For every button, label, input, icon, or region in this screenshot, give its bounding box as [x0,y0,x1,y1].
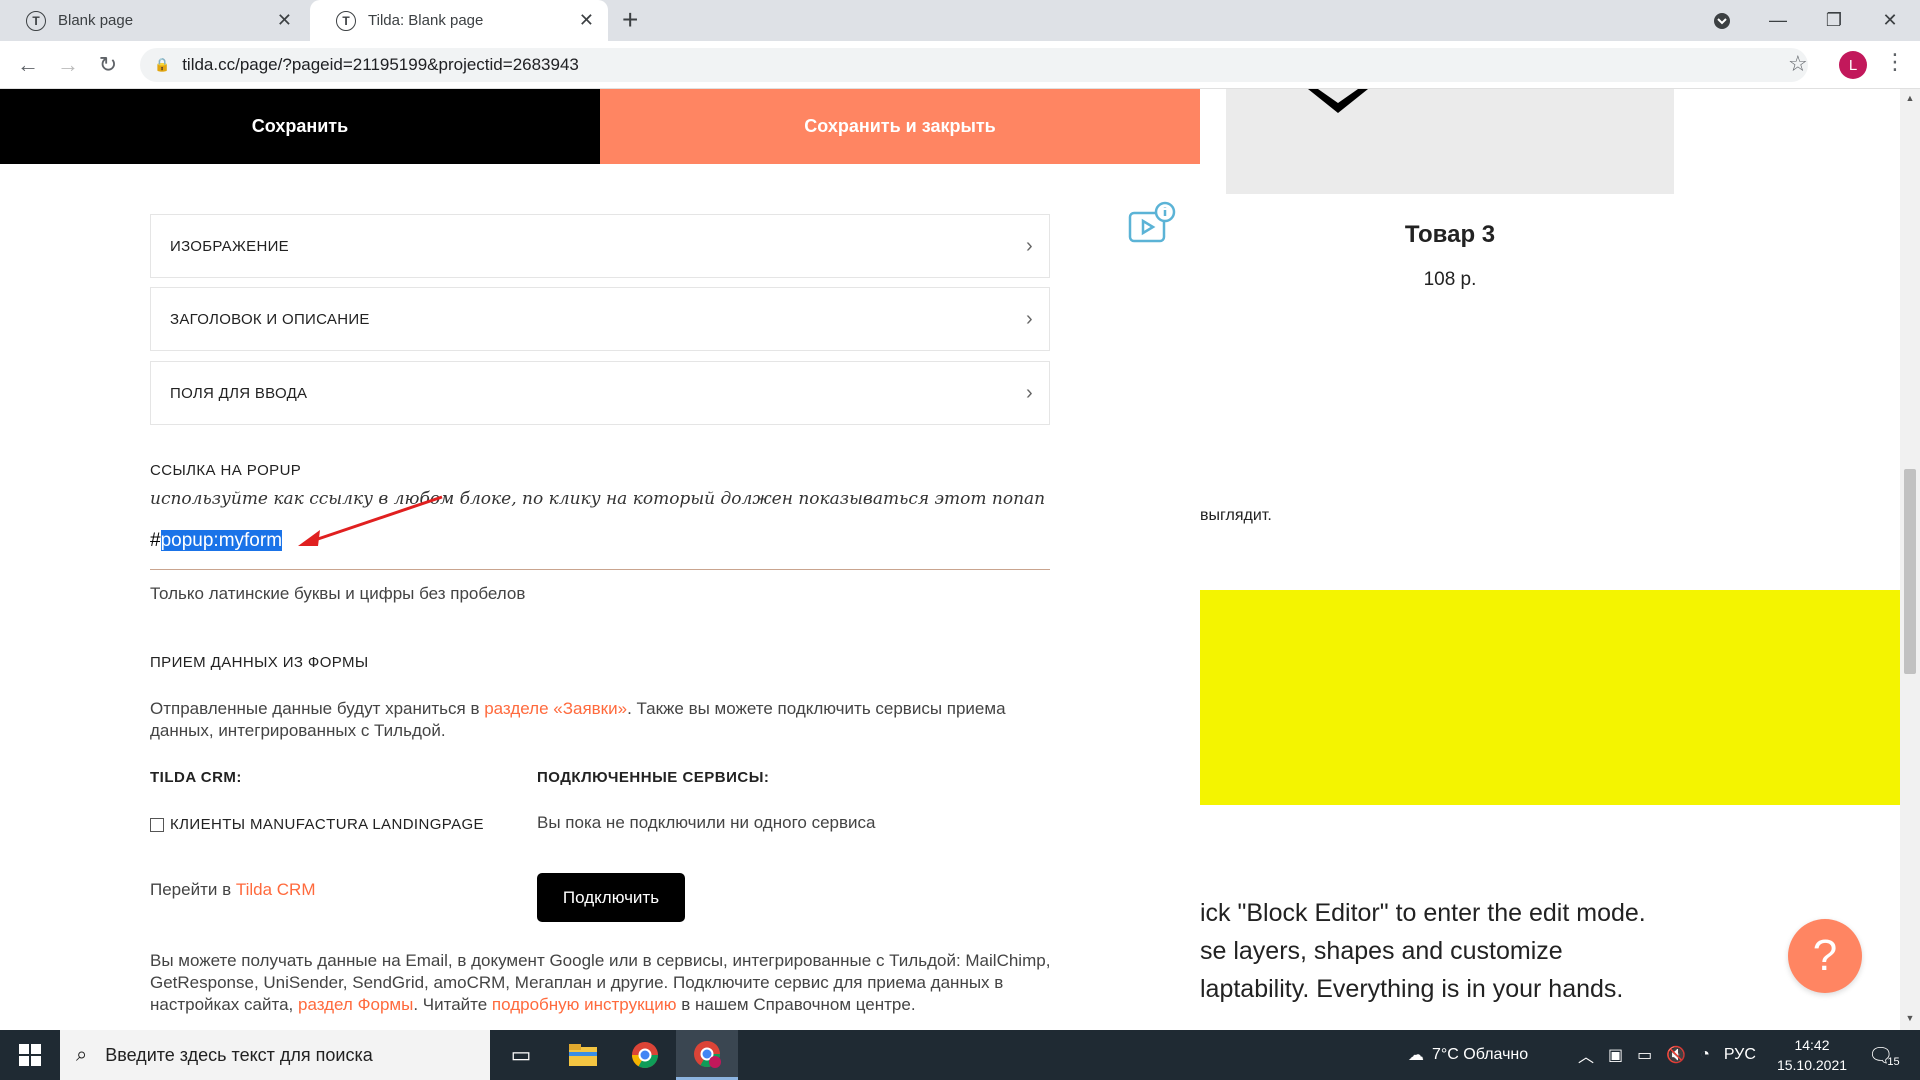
weather-text: 7°C Облачно [1432,1046,1529,1063]
task-view-icon[interactable]: ▭ [490,1030,552,1080]
block-settings-panel: Сохранить Сохранить и закрыть ИЗОБРАЖЕНИ… [0,89,1200,1030]
windows-taskbar: ⌕ Введите здесь текст для поиска ▭ ☁ 7°C… [0,1030,1920,1080]
search-icon: ⌕ [76,1043,88,1066]
form-data-description: Отправленные данные будут храниться в ра… [150,699,1006,740]
taskbar-clock[interactable]: 14:42 15.10.2021 [1762,1035,1862,1075]
minimize-icon[interactable]: — [1750,0,1806,41]
address-bar[interactable]: 🔒 tilda.cc/page/?pageid=21195199&project… [140,48,1808,82]
services-empty-text: Вы пока не подключили ни одного сервиса [537,813,876,832]
preview-text-line: laptability. Everything is in your hands… [1200,975,1624,1003]
product-title: Товар 3 [1404,221,1496,248]
form-data-bottom-text: Вы можете получать данные на Email, в до… [150,951,1051,1014]
page-scrollbar[interactable]: ▲ ▼ [1900,89,1920,1030]
save-bar: Сохранить Сохранить и закрыть [0,89,1200,164]
yellow-block [1200,590,1900,805]
tab-tilda-blank-page[interactable]: T Tilda: Blank page ✕ [310,0,608,41]
preview-text-line: ick "Block Editor" to enter the edit mod… [1200,899,1646,927]
section-image[interactable]: ИЗОБРАЖЕНИЕ › [150,214,1050,278]
section-label: ИЗОБРАЖЕНИЕ [170,237,289,255]
wifi-icon[interactable]: ◔ [1700,1046,1710,1064]
tilda-crm-link[interactable]: Tilda CRM [236,880,316,899]
close-icon[interactable]: ✕ [277,10,292,31]
profile-avatar[interactable]: L [1839,51,1867,79]
connect-button[interactable]: Подключить [537,873,685,922]
video-help-icon[interactable] [1128,201,1176,250]
product-image [1226,89,1674,194]
tilda-favicon-icon: T [336,10,356,31]
volume-muted-icon[interactable]: 🔇 [1666,1045,1686,1065]
form-data-title: ПРИЕМ ДАННЫХ ИЗ ФОРМЫ [150,654,369,671]
popup-prefix: # [150,530,161,551]
page-preview: Товар 3 108 р. выглядит. ick "Block Edit… [1200,89,1900,1030]
reload-icon[interactable]: ↻ [92,49,124,81]
section-input-fields[interactable]: ПОЛЯ ДЛЯ ВВОДА › [150,361,1050,425]
tilda-favicon-icon: T [26,10,46,31]
product-price: 108 р. [1423,269,1477,290]
popup-link-value: popup:myform [160,530,283,551]
new-tab-icon[interactable]: + [622,6,638,34]
network-icon[interactable]: ▣ [1608,1045,1623,1065]
windows-start-icon[interactable] [0,1030,60,1080]
red-arrow-annotation [298,495,443,546]
tab-title: Blank page [58,12,134,29]
tab-title: Tilda: Blank page [368,12,484,29]
chrome-profile-icon[interactable] [676,1030,738,1080]
weather-widget[interactable]: ☁ 7°C Облачно [1408,1030,1528,1080]
file-explorer-icon[interactable] [552,1030,614,1080]
search-placeholder: Введите здесь текст для поиска [105,1044,373,1065]
forward-arrow-icon[interactable]: → [52,49,84,81]
forms-section-link[interactable]: раздел Формы [298,995,413,1014]
back-arrow-icon[interactable]: ← [12,49,44,81]
chevron-up-icon[interactable]: ︿ [1578,1043,1594,1067]
preview-partial-text: выглядит. [1200,507,1272,524]
popup-link-input[interactable]: #popup:myform [150,530,1050,570]
chevron-right-icon: › [1026,381,1033,404]
clock-date: 15.10.2021 [1776,1057,1848,1073]
bookmark-star-icon[interactable]: ☆ [1788,51,1808,77]
preview-text-line: se layers, shapes and customize [1200,937,1563,965]
close-icon[interactable]: ✕ [579,10,594,31]
taskbar-search-input[interactable]: ⌕ Введите здесь текст для поиска [60,1030,490,1080]
browser-toolbar: ← → ↻ 🔒 tilda.cc/page/?pageid=21195199&p… [0,41,1920,89]
tab-search-icon[interactable] [1694,0,1750,41]
cloud-icon: ☁ [1408,1047,1424,1064]
scrollbar-thumb[interactable] [1904,469,1916,674]
clock-time: 14:42 [1794,1037,1830,1053]
save-button[interactable]: Сохранить [0,89,600,164]
battery-icon[interactable]: ▭ [1637,1045,1652,1065]
notifications-icon[interactable]: 🗨 15 [1868,1030,1900,1080]
crm-checkbox[interactable] [150,817,164,832]
save-and-close-button[interactable]: Сохранить и закрыть [600,89,1200,164]
instruction-link[interactable]: подробную инструкцию [492,995,677,1014]
language-indicator[interactable]: РУС [1724,1046,1756,1064]
popup-link-hint: используйте как ссылку в любом блоке, по… [150,489,1046,509]
tab-blank-page[interactable]: T Blank page ✕ [0,0,306,41]
popup-link-note: Только латинские буквы и цифры без пробе… [150,584,526,603]
connected-services-title: ПОДКЛЮЧЕННЫЕ СЕРВИСЫ: [537,769,770,786]
chrome-icon[interactable] [614,1030,676,1080]
section-label: ПОЛЯ ДЛЯ ВВОДА [170,384,308,402]
section-label: ЗАГОЛОВОК И ОПИСАНИЕ [170,310,370,328]
menu-kebab-icon[interactable]: ⋮ [1884,49,1906,75]
crm-client-checkbox-row[interactable]: КЛИЕНТЫ MANUFACTURA LANDINGPAGE [150,816,484,833]
window-close-icon[interactable]: ✕ [1862,0,1918,41]
restore-icon[interactable]: ❐ [1806,0,1862,41]
chevron-right-icon: › [1026,234,1033,257]
section-title-description[interactable]: ЗАГОЛОВОК И ОПИСАНИЕ › [150,287,1050,351]
lock-icon: 🔒 [154,57,171,72]
scroll-down-icon[interactable]: ▼ [1900,1013,1920,1023]
url-text: tilda.cc/page/?pageid=21195199&projectid… [182,55,579,74]
crm-goto: Перейти в Tilda CRM [150,880,316,899]
help-question-icon[interactable]: ? [1788,919,1862,993]
crm-checkbox-label: КЛИЕНТЫ MANUFACTURA LANDINGPAGE [170,816,484,833]
popup-link-title: ССЫЛКА НА POPUP [150,462,302,479]
chevron-right-icon: › [1026,307,1033,330]
requests-section-link[interactable]: разделе «Заявки» [484,699,627,718]
scroll-up-icon[interactable]: ▲ [1900,93,1920,103]
notification-count: 15 [1887,1056,1900,1068]
tray-icons: ︿ ▣ ▭ 🔇 ◔ РУС [1578,1030,1756,1080]
tilda-crm-title: TILDA CRM: [150,769,242,786]
browser-tab-strip: T Blank page ✕ T Tilda: Blank page ✕ + —… [0,0,1920,41]
